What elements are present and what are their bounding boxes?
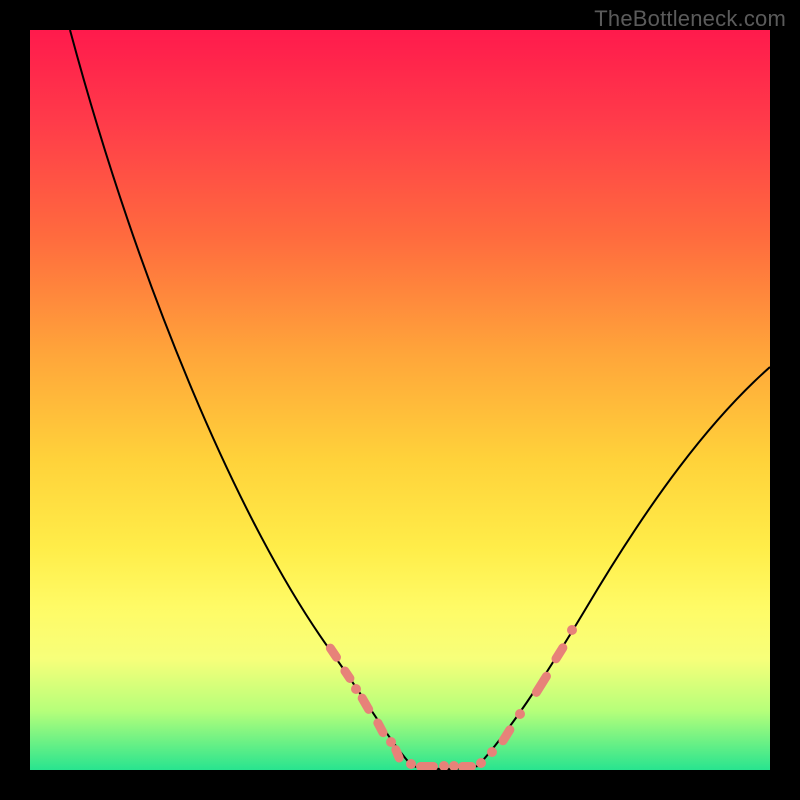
watermark-text: TheBottleneck.com [594, 6, 786, 32]
bottleneck-curve-right [478, 367, 770, 766]
plot-area [30, 30, 770, 770]
bottleneck-curve-left [70, 30, 412, 766]
curve-markers [324, 625, 577, 770]
curve-layer [30, 30, 770, 770]
chart-container: TheBottleneck.com [0, 0, 800, 800]
